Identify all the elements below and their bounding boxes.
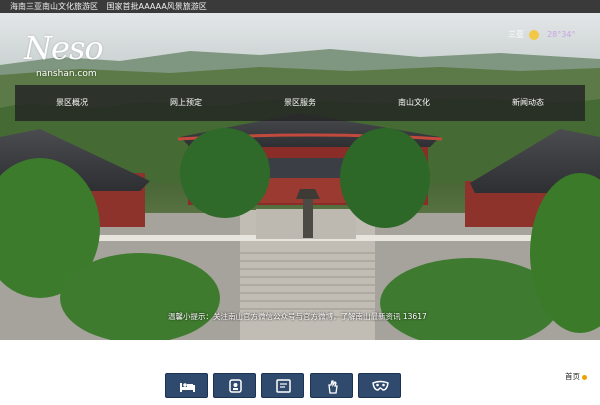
home-link-label: 首页 [565,372,580,381]
quick-button-lodging[interactable] [165,373,208,398]
quick-button-culture[interactable] [310,373,353,398]
logo-mark: Neso [24,29,104,67]
site-name: 海南三亚南山文化旅游区 [10,2,98,11]
service-icon [229,379,242,393]
site-tagline: 海南三亚南山文化旅游区 国家首批AAAAA风景旅游区 [10,1,213,12]
main-nav: 景区概况 网上预定 景区服务 南山文化 新闻动态 [15,85,585,121]
sun-icon [528,29,539,40]
hero-banner: Neso nanshan.com 三亚 28°34° 景区概况 网上预定 景区服… [0,13,600,340]
bed-icon [180,383,195,392]
nav-item-online-booking[interactable]: 网上预定 [136,85,236,121]
weather-widget: 三亚 28°34° [508,29,575,40]
logo-domain: nanshan.com [36,69,97,79]
nav-item-scenic-overview[interactable]: 景区概况 [22,85,122,121]
logo[interactable]: Neso nanshan.com [22,29,104,85]
weather-temperature: 28°34° [547,30,576,39]
top-bar: 海南三亚南山文化旅游区 国家首批AAAAA风景旅游区 [0,0,600,13]
home-link[interactable]: 首页 [565,371,587,382]
quick-button-entertainment[interactable] [358,373,401,398]
hand-gesture-icon [328,380,338,394]
ticket-icon [276,379,291,393]
nav-item-scenic-services[interactable]: 景区服务 [250,85,350,121]
certification-label: 国家首批AAAAA风景旅游区 [106,2,207,11]
mask-icon [372,380,389,391]
notice-ticker[interactable]: 温馨小提示：关注南山官方微信公众号与官方微博，了解南山最新资讯 13617 [168,311,427,322]
quick-button-service[interactable] [213,373,256,398]
quick-button-ticket[interactable] [261,373,304,398]
home-dot-icon [582,374,587,380]
weather-city: 三亚 [508,30,524,39]
nav-item-nanshan-culture[interactable]: 南山文化 [364,85,464,121]
nav-item-news[interactable]: 新闻动态 [478,85,578,121]
